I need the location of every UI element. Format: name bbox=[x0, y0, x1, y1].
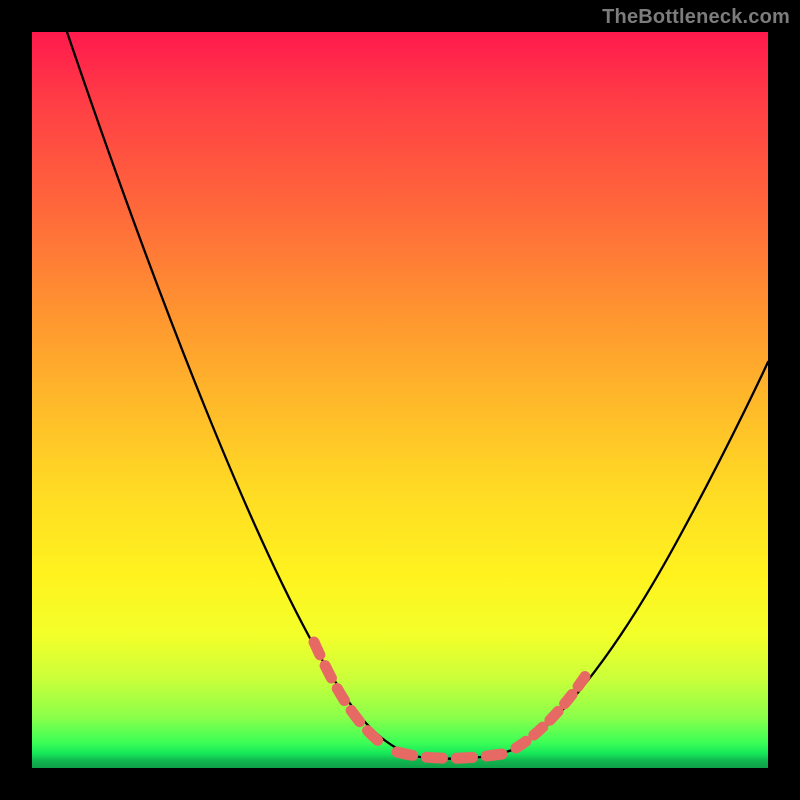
left-shoulder-dots bbox=[314, 642, 382, 744]
watermark-text: TheBottleneck.com bbox=[602, 6, 790, 29]
valley-dots bbox=[397, 752, 502, 758]
bottleneck-curve-svg bbox=[32, 32, 768, 768]
right-shoulder-dots bbox=[516, 672, 588, 748]
plot-area bbox=[32, 32, 768, 768]
bottleneck-curve bbox=[67, 32, 768, 759]
chart-frame: TheBottleneck.com bbox=[0, 0, 800, 800]
